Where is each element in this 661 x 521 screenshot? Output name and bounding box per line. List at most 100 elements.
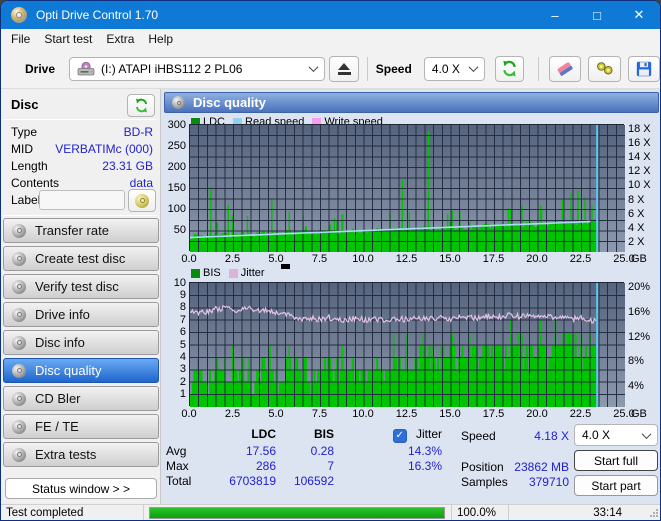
legend-swatch	[191, 268, 200, 278]
speed-label: Speed	[375, 61, 412, 76]
total-ldc: 6703819	[229, 474, 276, 488]
chart2-right-axis: 20% 16% 12% 8% 4%	[625, 281, 660, 406]
eject-icon	[337, 62, 351, 75]
sidebar-item-cd-bler[interactable]: CD Bler	[3, 386, 159, 411]
toolbar-separator	[538, 56, 540, 81]
tick-label: 9	[179, 288, 186, 301]
separator	[3, 119, 157, 120]
sidebar-item-disc-quality[interactable]: Disc quality	[3, 358, 159, 383]
position-stat-label: Position	[461, 460, 504, 474]
refresh-button[interactable]	[494, 55, 525, 82]
sidebar-item-extra-tests[interactable]: Extra tests	[3, 442, 159, 467]
drive-icon	[77, 61, 95, 75]
disc-icon	[12, 419, 26, 434]
tick-label: 8	[179, 301, 186, 314]
disc-section-title: Disc	[11, 97, 39, 112]
speed-select[interactable]: 4.0 X	[423, 56, 485, 81]
disc-mid-value: VERBATIMc (000)	[55, 142, 153, 156]
disc-mid-label: MID	[11, 142, 33, 156]
speed-stat-value: 4.18 X	[534, 429, 569, 443]
minimize-button[interactable]: –	[534, 1, 576, 29]
tick-label: 150	[167, 182, 186, 194]
disc-icon	[12, 335, 26, 350]
disc-type-label: Type	[11, 125, 38, 139]
tick-label: 10	[173, 276, 186, 289]
tick-label: 2 X	[628, 235, 645, 248]
progress-bar	[149, 506, 445, 519]
eraser-icon	[557, 61, 573, 76]
sidebar-item-fe-te[interactable]: FE / TE	[3, 414, 159, 439]
drive-select[interactable]: (I:) ATAPI iHBS112 2 PL06	[69, 56, 326, 81]
menu-file[interactable]: File	[4, 30, 37, 48]
test-speed-value: 4.0 X	[582, 428, 611, 442]
menu-extra[interactable]: Extra	[99, 30, 141, 48]
disc-icon	[12, 363, 26, 378]
menu-start-test[interactable]: Start test	[37, 30, 99, 48]
binoculars-icon	[596, 61, 613, 74]
separator	[3, 215, 157, 216]
tick-label: 4 X	[628, 221, 645, 234]
disc-length-label: Length	[11, 159, 48, 173]
tick-label: 300	[167, 118, 186, 131]
disc-icon	[12, 447, 26, 462]
search-button[interactable]	[588, 55, 621, 82]
save-button[interactable]	[627, 55, 660, 82]
disc-icon	[12, 251, 26, 266]
tick-label: 2.5	[224, 253, 241, 265]
legend-item: Jitter	[228, 267, 265, 279]
sidebar-item-disc-info[interactable]: Disc info	[3, 330, 159, 355]
status-window-button[interactable]: Status window > >	[5, 478, 157, 499]
start-full-button[interactable]: Start full	[574, 450, 658, 471]
app-disc-icon	[11, 7, 27, 23]
close-button[interactable]: ✕	[618, 1, 660, 29]
sidebar-item-create-test-disc[interactable]: Create test disc	[3, 246, 159, 271]
progress-fill	[150, 507, 444, 518]
toolbar-separator	[366, 56, 368, 81]
speed-value: 4.0 X	[431, 61, 460, 76]
test-speed-select[interactable]: 4.0 X	[574, 424, 658, 446]
tick-label: 6 X	[628, 207, 645, 220]
sidebar-item-verify-test-disc[interactable]: Verify test disc	[3, 274, 159, 299]
elapsed-time: 33:14	[593, 506, 622, 519]
menu-help[interactable]: Help	[141, 30, 180, 48]
tick-label: 16 X	[628, 137, 651, 150]
max-ldc: 286	[255, 459, 276, 473]
x-axis-unit: GB	[631, 253, 647, 265]
samples-stat-value: 379710	[528, 475, 569, 489]
disc-refresh-button[interactable]	[127, 94, 155, 117]
save-icon	[636, 61, 652, 76]
maximize-button[interactable]: □	[576, 1, 618, 29]
avg-jitter: 14.3%	[407, 444, 442, 458]
tick-label: 200	[167, 160, 186, 173]
chevron-down-icon	[641, 428, 652, 439]
jitter-checkbox[interactable]: ✓	[392, 428, 407, 443]
disc-type-value: BD-R	[123, 125, 153, 139]
tick-label: 7	[179, 313, 186, 326]
chevron-down-icon	[468, 62, 479, 73]
status-bar: Test completed 100.0% 33:14	[1, 504, 660, 520]
tick-label: 8%	[628, 355, 644, 368]
tick-label: 22.5	[569, 253, 592, 265]
stats-col-bis: BIS	[313, 427, 334, 441]
tick-label: 20.0	[526, 253, 548, 265]
erase-button[interactable]	[549, 55, 582, 82]
left-panel: Disc Type BD-R MID VERBATIMc (000) Lengt…	[1, 89, 161, 504]
disc-length-value: 23.31 GB	[102, 159, 153, 173]
title-bar[interactable]: Opti Drive Control 1.70 – □ ✕	[1, 1, 660, 29]
disc-icon	[12, 307, 26, 322]
tick-label: 8 X	[628, 193, 645, 206]
disc-label-input[interactable]	[39, 190, 125, 210]
resize-grip[interactable]	[649, 508, 658, 517]
max-jitter: 16.3%	[407, 459, 442, 473]
avg-ldc: 17.56	[245, 444, 276, 458]
app-window: Opti Drive Control 1.70 – □ ✕ File Start…	[0, 0, 661, 521]
progress-percent: 100.0%	[457, 506, 497, 519]
eject-button[interactable]	[329, 55, 359, 82]
sidebar-item-drive-info[interactable]: Drive info	[3, 302, 159, 327]
disc-label-button[interactable]	[128, 189, 156, 212]
sidebar-item-transfer-rate[interactable]: Transfer rate	[3, 218, 159, 243]
chart2-left-axis: 10 9 8 7 6 5 4 3 2 1	[161, 277, 188, 406]
start-part-button[interactable]: Start part	[574, 475, 658, 496]
tick-label: 12.5	[395, 253, 418, 265]
window-title: Opti Drive Control 1.70	[36, 8, 159, 22]
